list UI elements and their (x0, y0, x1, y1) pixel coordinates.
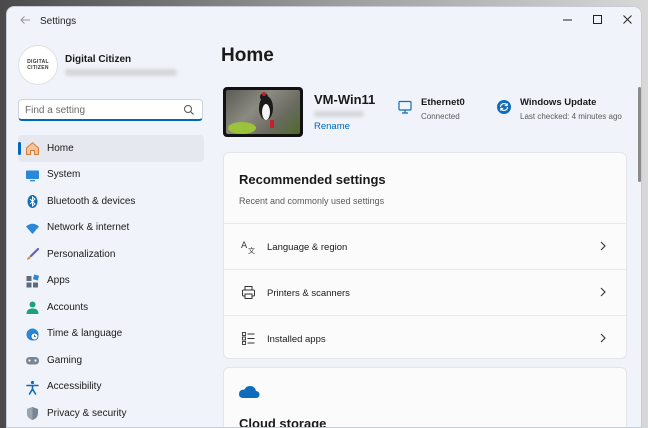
sidebar-item-home[interactable]: Home (18, 135, 204, 162)
sidebar-item-label: Network & internet (47, 222, 130, 234)
sidebar-item-label: Gaming (47, 354, 83, 366)
search-box[interactable] (18, 99, 203, 121)
sidebar-item-label: Apps (47, 275, 70, 287)
home-icon (25, 141, 40, 156)
chevron-right-icon (600, 241, 606, 251)
minimize-button[interactable] (553, 9, 583, 31)
recommended-title: Recommended settings (239, 172, 386, 187)
wifi-icon (25, 221, 40, 236)
bluetooth-icon (25, 194, 40, 209)
accessibility-icon (25, 380, 40, 395)
chevron-right-icon (600, 287, 606, 297)
ethernet-title: Ethernet0 (421, 97, 465, 108)
windows-update-icon (496, 99, 512, 115)
windows-update-detail: Last checked: 4 minutes ago (520, 112, 622, 121)
sidebar-item-accessibility[interactable]: Accessibility (18, 374, 204, 401)
list-icon (241, 331, 256, 346)
rename-link[interactable]: Rename (314, 121, 350, 132)
person-icon (25, 300, 40, 315)
sidebar-item-label: Bluetooth & devices (47, 195, 136, 207)
title-bar: Settings (7, 7, 641, 35)
gamepad-icon (25, 353, 40, 368)
close-button[interactable] (613, 9, 641, 31)
app-title: Settings (40, 16, 77, 27)
sidebar-item-label: Accounts (47, 301, 89, 313)
maximize-icon (593, 15, 602, 24)
sidebar-item-network-internet[interactable]: Network & internet (18, 215, 204, 242)
woodpecker-image (226, 90, 300, 134)
sidebar-item-bluetooth-devices[interactable]: Bluetooth & devices (18, 188, 204, 215)
sidebar-item-label: Privacy & security (47, 407, 127, 419)
recommended-row-printers-scanners[interactable]: Printers & scanners (224, 269, 626, 315)
recommended-row-label: Language & region (267, 242, 348, 253)
back-arrow-icon[interactable] (19, 14, 33, 28)
sidebar-item-label: Home (47, 142, 74, 154)
scroll-thumb[interactable] (638, 87, 641, 182)
onedrive-cloud-icon (239, 386, 260, 398)
search-icon[interactable] (183, 104, 195, 116)
sidebar-item-accounts[interactable]: Accounts (18, 294, 204, 321)
sidebar-item-label: Personalization (47, 248, 116, 260)
profile-name[interactable]: Digital Citizen (65, 54, 131, 65)
sidebar-item-label: Time & language (47, 328, 123, 340)
cloud-storage-card[interactable]: Cloud storage (223, 367, 627, 428)
device-model-redacted (314, 111, 364, 117)
recommended-subtitle: Recent and commonly used settings (239, 196, 385, 206)
ethernet-detail: Connected (421, 112, 460, 121)
language-icon: A文 (241, 239, 256, 254)
sidebar-item-personalization[interactable]: Personalization (18, 241, 204, 268)
svg-text:文: 文 (248, 246, 255, 254)
shield-icon (25, 406, 40, 421)
maximize-button[interactable] (583, 9, 613, 31)
close-icon (623, 15, 632, 24)
windows-update-title: Windows Update (520, 97, 597, 108)
sidebar-item-label: System (47, 169, 81, 181)
avatar-logo-line2: CITIZEN (27, 65, 49, 71)
settings-window: Settings DIGITAL CITIZEN Digital Citizen… (6, 6, 642, 428)
recommended-settings-card: Recommended settings Recent and commonly… (223, 152, 627, 359)
sidebar-nav: Home System Bluetooth & devices Network … (18, 135, 204, 427)
recommended-row-label: Installed apps (267, 334, 326, 345)
monitor-icon (25, 168, 40, 183)
brush-icon (25, 247, 40, 262)
sidebar-item-apps[interactable]: Apps (18, 268, 204, 295)
apps-icon (25, 273, 40, 289)
avatar[interactable]: DIGITAL CITIZEN (18, 45, 58, 85)
sidebar-item-gaming[interactable]: Gaming (18, 347, 204, 374)
ethernet-icon (397, 99, 413, 115)
search-input[interactable] (25, 103, 175, 117)
sidebar-item-privacy-security[interactable]: Privacy & security (18, 400, 204, 427)
chevron-right-icon (600, 333, 606, 343)
device-name: VM-Win11 (314, 92, 376, 107)
sidebar-item-label: Accessibility (47, 381, 102, 393)
main-scrollbar[interactable] (638, 87, 641, 427)
sidebar-item-system[interactable]: System (18, 162, 204, 189)
device-wallpaper-thumbnail (223, 87, 303, 137)
sidebar-item-time-language[interactable]: Time & language (18, 321, 204, 348)
minimize-icon (563, 19, 572, 21)
recommended-row-installed-apps[interactable]: Installed apps (224, 315, 626, 361)
recommended-row-label: Printers & scanners (267, 288, 350, 299)
svg-text:A: A (241, 241, 248, 251)
recommended-row-language-region[interactable]: A文 Language & region (224, 223, 626, 269)
cloud-storage-title: Cloud storage (239, 416, 327, 428)
printer-icon (241, 285, 256, 300)
profile-email-redacted (65, 69, 177, 76)
globe-clock-icon (25, 327, 40, 342)
page-title: Home (221, 45, 274, 66)
